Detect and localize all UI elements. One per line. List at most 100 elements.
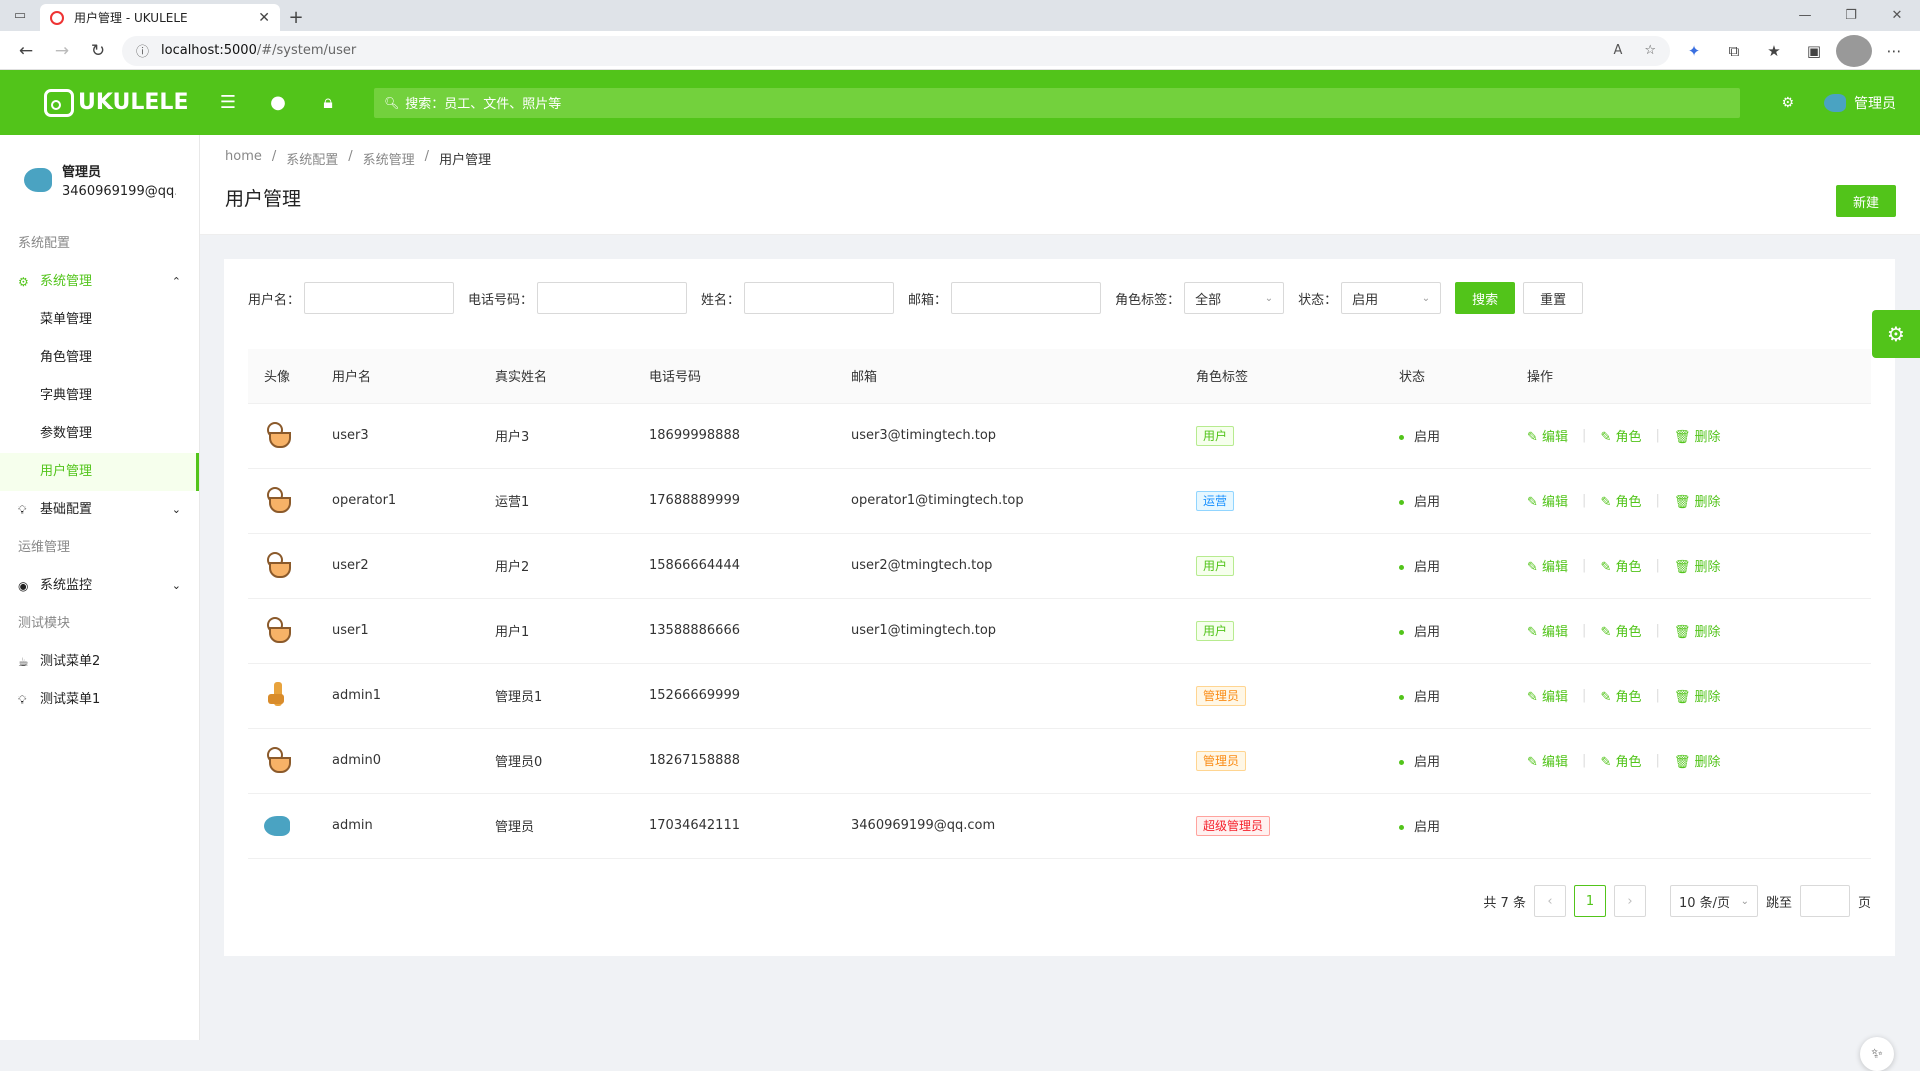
edit-button[interactable]: ✎ 编辑 <box>1527 426 1568 445</box>
role-button[interactable]: ✎ 角色 <box>1600 556 1641 575</box>
edit-button[interactable]: ✎ 编辑 <box>1527 751 1568 770</box>
role-select[interactable]: 全部 ⌄ <box>1184 282 1284 314</box>
url-field[interactable]: ⓘ localhost:5000/#/system/user A ☆ <box>122 36 1670 66</box>
status-dot <box>1399 500 1404 505</box>
extensions-icon[interactable]: ⧉ <box>1716 35 1752 67</box>
chevron-down-icon: ⌄ <box>172 567 181 605</box>
minimize-icon[interactable]: — <box>1782 0 1828 31</box>
favorite-add-icon[interactable]: ☆ <box>1644 43 1656 58</box>
coffee-icon: ☕︎ <box>18 643 40 681</box>
sidebar-item-system-management[interactable]: ⚙ 系统管理 ⌃ <box>0 263 199 301</box>
name-label: 姓名： <box>701 289 740 308</box>
duck-avatar <box>264 420 290 448</box>
edit-button[interactable]: ✎ 编辑 <box>1527 686 1568 705</box>
sidebar-item-dict[interactable]: 字典管理 <box>0 377 199 415</box>
refresh-icon[interactable]: ↻ <box>80 35 116 67</box>
edit-button[interactable]: ✎ 编辑 <box>1527 491 1568 510</box>
restore-icon[interactable]: ❐ <box>1828 0 1874 31</box>
sidebar-item-test1[interactable]: 💡︎ 测试菜单1 <box>0 681 199 719</box>
favorites-icon[interactable]: ★ <box>1756 35 1792 67</box>
gear-icon: ⚙ <box>18 263 40 301</box>
total-count: 共 7 条 <box>1483 892 1526 911</box>
new-button[interactable]: 新建 <box>1836 185 1896 217</box>
shark-avatar <box>264 816 290 836</box>
global-search[interactable]: 🔍︎ 搜索：员工、文件、照片等 <box>374 88 1740 118</box>
edit-button[interactable]: ✎ 编辑 <box>1527 556 1568 575</box>
role-tag: 用户 <box>1196 556 1234 576</box>
delete-button[interactable]: 🗑︎ 删除 <box>1674 426 1721 445</box>
info-icon[interactable]: ⓘ <box>136 41 149 60</box>
delete-button[interactable]: 🗑︎ 删除 <box>1674 751 1721 770</box>
sidebar-item-basic-config[interactable]: 💡︎ 基础配置 ⌄ <box>0 491 199 529</box>
delete-button[interactable]: 🗑︎ 删除 <box>1674 686 1721 705</box>
delete-button[interactable]: 🗑︎ 删除 <box>1674 491 1721 510</box>
user-menu[interactable]: 管理员 <box>1824 93 1896 113</box>
sidebar-item-menu[interactable]: 菜单管理 <box>0 301 199 339</box>
prev-page-button[interactable]: ‹ <box>1534 885 1566 917</box>
breadcrumb-home[interactable]: home <box>225 149 262 168</box>
email-input[interactable] <box>951 282 1101 314</box>
profile-icon[interactable] <box>1836 35 1872 67</box>
role-label: 角色标签： <box>1115 289 1180 308</box>
sidebar-item-params[interactable]: 参数管理 <box>0 415 199 453</box>
delete-button[interactable]: 🗑︎ 删除 <box>1674 621 1721 640</box>
name-input[interactable] <box>744 282 894 314</box>
cell-email: user1@timingtech.top <box>835 598 1180 663</box>
floating-settings-button[interactable]: ⚙ <box>1872 310 1920 358</box>
sidebar-item-monitor[interactable]: ◉ 系统监控 ⌄ <box>0 567 199 605</box>
username-label: 用户名： <box>248 289 300 308</box>
close-window-icon[interactable]: ✕ <box>1874 0 1920 31</box>
browser-chrome: ▭ 用户管理 - UKULELE ✕ + — ❐ ✕ ← → ↻ ⓘ local… <box>0 0 1920 70</box>
duck-avatar <box>264 550 290 578</box>
sidebar-item-users[interactable]: 用户管理 <box>0 453 199 491</box>
role-tag: 管理员 <box>1196 751 1246 771</box>
magic-wand-icon[interactable]: ✨︎ <box>1860 1037 1894 1071</box>
role-button[interactable]: ✎ 角色 <box>1600 621 1641 640</box>
phone-input[interactable] <box>537 282 687 314</box>
github-icon[interactable]: ● <box>266 92 290 113</box>
cell-username: operator1 <box>316 468 479 533</box>
cell-realname: 管理员1 <box>479 663 633 728</box>
username-input[interactable] <box>304 282 454 314</box>
new-tab-button[interactable]: + <box>280 4 312 31</box>
user-avatar <box>1824 94 1846 112</box>
next-page-button[interactable]: › <box>1614 885 1646 917</box>
close-tab-icon[interactable]: ✕ <box>258 10 270 26</box>
tab-actions-icon[interactable]: ▭ <box>0 0 40 31</box>
sidebar-item-role[interactable]: 角色管理 <box>0 339 199 377</box>
page-1-button[interactable]: 1 <box>1574 885 1606 917</box>
search-button[interactable]: 搜索 <box>1455 282 1515 314</box>
breadcrumb-system-mgmt[interactable]: 系统管理 <box>363 149 415 168</box>
delete-button[interactable]: 🗑︎ 删除 <box>1674 556 1721 575</box>
jump-page-input[interactable] <box>1800 885 1850 917</box>
role-button[interactable]: ✎ 角色 <box>1600 491 1641 510</box>
menu-toggle-icon[interactable]: ☰ <box>216 92 240 113</box>
sidebar-item-label: 测试菜单2 <box>40 643 100 681</box>
cell-phone: 15266669999 <box>633 663 835 728</box>
breadcrumb-system-config[interactable]: 系统配置 <box>286 149 338 168</box>
jump-label: 跳至 <box>1766 892 1792 911</box>
profile-name: 管理员 <box>62 161 176 180</box>
col-realname: 真实姓名 <box>479 349 633 403</box>
role-button[interactable]: ✎ 角色 <box>1600 426 1641 445</box>
role-button[interactable]: ✎ 角色 <box>1600 751 1641 770</box>
browser-tab[interactable]: 用户管理 - UKULELE ✕ <box>40 4 280 31</box>
collections-icon[interactable]: ▣ <box>1796 35 1832 67</box>
lock-icon[interactable]: 🔒︎ <box>316 92 340 113</box>
role-tag: 超级管理员 <box>1196 816 1270 836</box>
status-select[interactable]: 启用 ⌄ <box>1341 282 1441 314</box>
extension-icon[interactable]: ✦ <box>1676 35 1712 67</box>
settings-icon[interactable]: ⚙ <box>1781 95 1794 111</box>
back-icon[interactable]: ← <box>8 35 44 67</box>
logo[interactable]: UKULELE <box>0 89 200 117</box>
edit-button[interactable]: ✎ 编辑 <box>1527 621 1568 640</box>
role-button[interactable]: ✎ 角色 <box>1600 686 1641 705</box>
status-dot <box>1399 630 1404 635</box>
more-icon[interactable]: ⋯ <box>1876 35 1912 67</box>
cell-realname: 用户3 <box>479 403 633 468</box>
forward-icon[interactable]: → <box>44 35 80 67</box>
read-aloud-icon[interactable]: A <box>1613 43 1622 58</box>
reset-button[interactable]: 重置 <box>1523 282 1583 314</box>
sidebar-item-test2[interactable]: ☕︎ 测试菜单2 <box>0 643 199 681</box>
page-size-select[interactable]: 10 条/页 ⌄ <box>1670 885 1758 917</box>
